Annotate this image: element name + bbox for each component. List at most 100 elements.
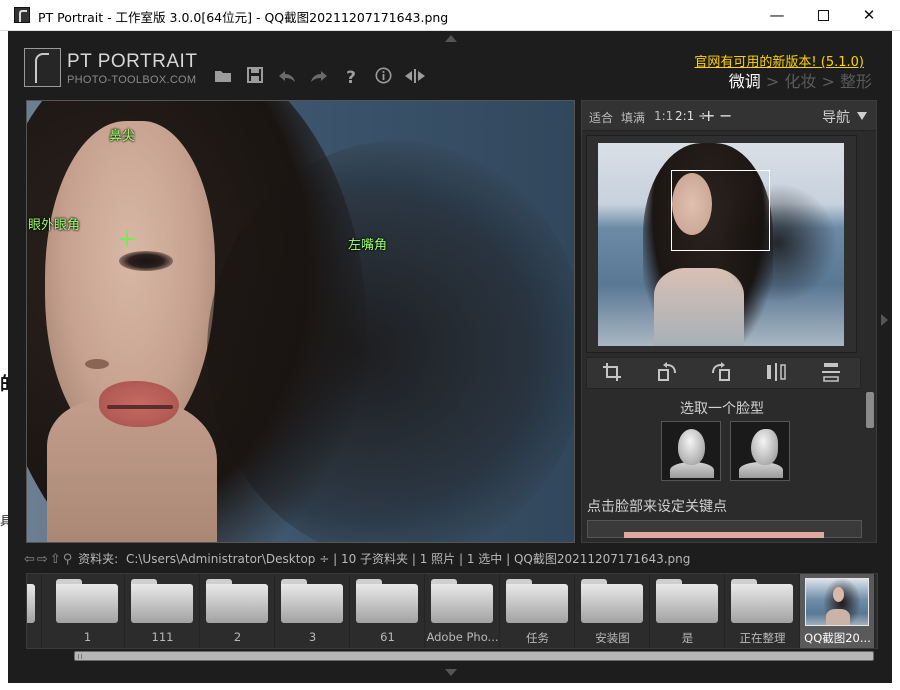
zoom-1to1-button[interactable]: 1:1 (654, 109, 673, 123)
mode-separator: > (760, 72, 785, 91)
file-browser-scrollbar[interactable] (74, 651, 874, 661)
back-arrow-icon[interactable]: ⇦ (24, 552, 35, 567)
face-type-profile-button[interactable] (730, 421, 790, 481)
folder-item[interactable]: 任务 (500, 574, 575, 648)
partial-panel-preview (587, 520, 862, 538)
folder-item[interactable]: Adobe Pho... (425, 574, 500, 648)
navigator-dropdown-icon[interactable] (857, 112, 867, 120)
folder-label: 111 (151, 630, 174, 644)
folder-icon (356, 579, 418, 623)
window-titlebar: PT Portrait - 工作室版 3.0.0[64位元] - QQ截图202… (0, 0, 900, 31)
help-icon[interactable]: ? (340, 67, 362, 89)
mode-separator: > (816, 72, 840, 91)
mode-breadcrumb: 微调 > 化妆 > 整形 (729, 68, 872, 92)
photo-thumb-face (833, 587, 844, 602)
folder-item[interactable]: 111 (125, 574, 200, 648)
folder-icon (656, 579, 718, 623)
collapse-bottom-arrow-icon[interactable] (445, 669, 457, 676)
folder-icon (56, 579, 118, 623)
photo-nostril (85, 359, 109, 369)
logo-icon (24, 48, 61, 87)
navigator-label[interactable]: 导航 (822, 107, 850, 127)
rotate-left-icon[interactable] (655, 362, 679, 386)
close-button[interactable]: ✕ (846, 0, 892, 31)
keypoint-label-left-mouth-corner[interactable]: 左嘴角 (348, 234, 387, 253)
folder-item[interactable]: 3 (275, 574, 350, 648)
folder-item[interactable]: 正在整理 (725, 574, 800, 648)
folder-item[interactable]: 安装图 (575, 574, 650, 648)
folder-label: 正在整理 (739, 631, 786, 645)
minimize-button[interactable]: — (754, 0, 800, 31)
folder-path-select[interactable]: C:\Users\Administrator\Desktop ÷ (126, 552, 329, 566)
transform-toolbar (586, 357, 861, 389)
keypoint-hint-text: 点击脸部来设定关键点 (587, 499, 727, 515)
folder-icon (281, 579, 343, 623)
folder-label: 3 (308, 630, 317, 644)
folder-label: 安装图 (595, 631, 630, 645)
photo-viewer[interactable]: 鼻尖 眼外眼角 左嘴角 (26, 100, 575, 543)
open-folder-icon[interactable] (212, 67, 234, 89)
save-icon[interactable] (244, 67, 266, 89)
folder-item[interactable]: 是 (650, 574, 725, 648)
navigator-bar: 适合 填满 1:1 2:1 ÷ + − 导航 (582, 101, 876, 131)
folder-icon (131, 579, 193, 623)
mode-retouch[interactable]: 微调 (729, 72, 761, 91)
photo-eye (119, 251, 173, 271)
folder-icon (506, 579, 568, 623)
folder-icon (206, 579, 268, 623)
folder-label: 是 (681, 631, 694, 645)
app-icon (14, 7, 30, 23)
undo-icon[interactable] (276, 67, 298, 89)
folder-item[interactable]: 1 (50, 574, 125, 648)
crosshair-cursor-icon (119, 231, 135, 247)
zoom-fill-button[interactable]: 填满 (621, 109, 645, 126)
path-bar: ⇦ ⇨ ⇧ ⚲ 资料夹: C:\Users\Administrator\Desktop… (24, 550, 884, 568)
zoom-in-button[interactable]: + (702, 106, 715, 125)
photo-hair-strands (207, 141, 574, 542)
folder-icon (731, 579, 793, 623)
navigator-thumbnail[interactable] (598, 143, 844, 346)
navigator-viewport-box[interactable] (671, 170, 770, 251)
skin-tone-swatch (624, 532, 824, 538)
frontal-head-icon (678, 429, 705, 465)
folder-icon (431, 579, 493, 623)
zoom-fit-button[interactable]: 适合 (589, 109, 613, 126)
face-type-title: 选取一个脸型 (680, 401, 764, 417)
mode-reshape[interactable]: 整形 (840, 72, 872, 91)
folder-item[interactable]: 61 (350, 574, 425, 648)
right-panel: 适合 填满 1:1 2:1 ÷ + − 导航 选取一个脸型 点击脸部来设定关键点 (581, 100, 877, 543)
info-icon[interactable] (372, 67, 394, 89)
photo-lip-line (107, 405, 173, 409)
keypoint-label-outer-eye-corner[interactable]: 眼外眼角 (28, 214, 80, 233)
folder-item[interactable] (27, 574, 42, 648)
search-icon[interactable]: ⚲ (63, 552, 73, 567)
photo-thumbnail (805, 578, 869, 626)
file-browser: 1 111 2 3 61 Adobe Pho... 任务 安装图 是 正在整理 … (26, 573, 878, 649)
keypoint-label-nose-tip[interactable]: 鼻尖 (109, 125, 135, 144)
rotate-right-icon[interactable] (709, 362, 733, 386)
redo-icon[interactable] (308, 67, 330, 89)
maximize-button[interactable] (800, 0, 846, 31)
crop-icon[interactable] (600, 362, 624, 386)
scrollbar-thumb[interactable] (866, 392, 874, 428)
compare-icon[interactable] (404, 67, 426, 89)
folder-label: Adobe Pho... (426, 630, 499, 644)
forward-arrow-icon[interactable]: ⇨ (37, 552, 48, 567)
folder-icon (27, 579, 35, 623)
collapse-top-arrow-icon[interactable] (445, 35, 457, 42)
folder-label: 1 (83, 630, 92, 644)
photo-label: QQ截图20... (804, 631, 871, 645)
zoom-out-button[interactable]: − (719, 106, 732, 125)
face-type-frontal-button[interactable] (661, 421, 721, 481)
flip-horizontal-icon[interactable] (764, 362, 788, 386)
navigator-preview (586, 135, 857, 353)
expand-right-arrow-icon[interactable] (881, 314, 888, 326)
flip-vertical-icon[interactable] (819, 362, 843, 386)
folder-label: 任务 (526, 631, 549, 645)
right-panel-scrollbar[interactable] (865, 389, 875, 541)
mode-makeup[interactable]: 化妆 (784, 72, 816, 91)
folder-icon (581, 579, 643, 623)
folder-item[interactable]: 2 (200, 574, 275, 648)
up-arrow-icon[interactable]: ⇧ (50, 552, 61, 567)
photo-item-selected[interactable]: QQ截图20... (800, 574, 875, 648)
